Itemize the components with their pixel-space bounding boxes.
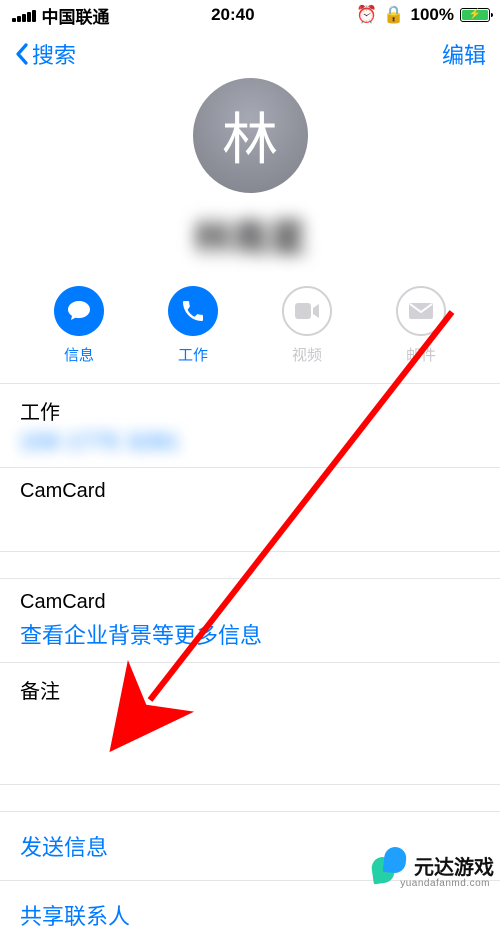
back-button[interactable]: 搜索 [14, 38, 76, 70]
camcard-section-1[interactable]: CamCard [0, 468, 500, 552]
message-icon [54, 286, 104, 336]
camcard-2-label: CamCard [20, 591, 480, 614]
orientation-lock-icon: 🔒 [383, 5, 404, 25]
status-right: ⏰ 🔒 100% ⚡ [356, 5, 490, 25]
phone-icon [168, 286, 218, 336]
call-button[interactable]: 工作 [153, 286, 233, 365]
video-button[interactable]: 视频 [267, 286, 347, 365]
signal-bars-icon [12, 9, 36, 22]
carrier-label: 中国联通 [42, 3, 110, 28]
alarm-icon: ⏰ [356, 5, 377, 25]
camcard-section-2[interactable]: CamCard 查看企业背景等更多信息 [0, 578, 500, 663]
message-label: 信息 [64, 344, 94, 365]
edit-button[interactable]: 编辑 [442, 38, 486, 70]
battery-icon: ⚡ [460, 8, 490, 22]
camcard-1-label: CamCard [20, 480, 480, 503]
video-icon [282, 286, 332, 336]
notes-section[interactable]: 备注 [0, 663, 500, 785]
battery-pct: 100% [411, 5, 454, 25]
mail-icon [396, 286, 446, 336]
contact-header: 林 林南星 [0, 78, 500, 280]
phone-section[interactable]: 工作 159 1775 3281 [0, 384, 500, 468]
call-label: 工作 [178, 344, 208, 365]
contact-name: 林南星 [193, 207, 307, 262]
camcard-2-link[interactable]: 查看企业背景等更多信息 [20, 618, 480, 650]
action-buttons: 信息 工作 视频 邮件 [0, 280, 500, 384]
mail-label: 邮件 [406, 344, 436, 365]
status-bar: 中国联通 20:40 ⏰ 🔒 100% ⚡ [0, 0, 500, 30]
watermark-url: yuandafanmd.com [400, 878, 490, 889]
share-contact-link: 共享联系人 [20, 899, 480, 931]
chevron-left-icon [14, 42, 30, 66]
nav-bar: 搜索 编辑 [0, 30, 500, 78]
status-left: 中国联通 [12, 3, 110, 28]
back-label: 搜索 [32, 38, 76, 70]
phone-number: 159 1775 3281 [20, 429, 480, 455]
phone-label: 工作 [20, 396, 480, 425]
notes-label: 备注 [20, 675, 480, 704]
clock: 20:40 [211, 5, 254, 25]
message-button[interactable]: 信息 [39, 286, 119, 365]
mail-button[interactable]: 邮件 [381, 286, 461, 365]
share-contact-row[interactable]: 共享联系人 [0, 881, 500, 949]
video-label: 视频 [292, 344, 322, 365]
avatar: 林 [193, 78, 308, 193]
avatar-initial: 林 [222, 95, 278, 176]
watermark-text: 元达游戏 [414, 851, 494, 880]
